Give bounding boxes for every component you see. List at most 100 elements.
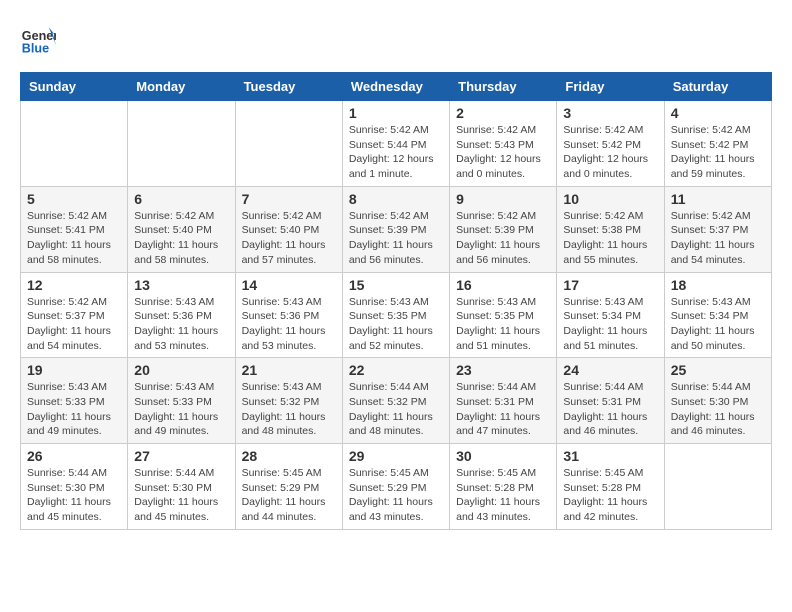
calendar-cell: 4 Sunrise: 5:42 AM Sunset: 5:42 PM Daylig… (664, 101, 771, 187)
day-info: Sunrise: 5:43 AM Sunset: 5:35 PM Dayligh… (456, 295, 550, 354)
calendar-cell: 25 Sunrise: 5:44 AM Sunset: 5:30 PM Dayli… (664, 358, 771, 444)
day-number: 5 (27, 191, 121, 207)
day-number: 6 (134, 191, 228, 207)
weekday-header-tuesday: Tuesday (235, 73, 342, 101)
day-number: 14 (242, 277, 336, 293)
weekday-header-wednesday: Wednesday (342, 73, 449, 101)
logo: General Blue (20, 20, 60, 56)
weekday-header-monday: Monday (128, 73, 235, 101)
day-info: Sunrise: 5:43 AM Sunset: 5:34 PM Dayligh… (563, 295, 657, 354)
day-number: 27 (134, 448, 228, 464)
day-number: 30 (456, 448, 550, 464)
calendar-cell (21, 101, 128, 187)
calendar-cell: 14 Sunrise: 5:43 AM Sunset: 5:36 PM Dayli… (235, 272, 342, 358)
week-row-4: 19Sunrise: 5:43 AM Sunset: 5:33 PM Dayli… (21, 358, 772, 444)
day-info: Sunrise: 5:43 AM Sunset: 5:33 PM Dayligh… (27, 380, 121, 439)
day-number: 7 (242, 191, 336, 207)
day-number: 8 (349, 191, 443, 207)
weekday-header-saturday: Saturday (664, 73, 771, 101)
day-info: Sunrise: 5:43 AM Sunset: 5:35 PM Dayligh… (349, 295, 443, 354)
week-row-2: 5 Sunrise: 5:42 AM Sunset: 5:41 PM Daylig… (21, 186, 772, 272)
calendar-cell: 27 Sunrise: 5:44 AM Sunset: 5:30 PM Dayli… (128, 444, 235, 530)
calendar-cell: 26 Sunrise: 5:44 AM Sunset: 5:30 PM Dayli… (21, 444, 128, 530)
day-info: Sunrise: 5:43 AM Sunset: 5:34 PM Dayligh… (671, 295, 765, 354)
day-info: Sunrise: 5:45 AM Sunset: 5:29 PM Dayligh… (242, 466, 336, 525)
day-number: 11 (671, 191, 765, 207)
day-info: Sunrise: 5:43 AM Sunset: 5:36 PM Dayligh… (242, 295, 336, 354)
day-number: 31 (563, 448, 657, 464)
day-number: 9 (456, 191, 550, 207)
weekday-header-friday: Friday (557, 73, 664, 101)
calendar-cell (235, 101, 342, 187)
weekday-header-thursday: Thursday (450, 73, 557, 101)
day-info: Sunrise: 5:44 AM Sunset: 5:30 PM Dayligh… (671, 380, 765, 439)
day-number: 16 (456, 277, 550, 293)
calendar-cell: 19Sunrise: 5:43 AM Sunset: 5:33 PM Dayli… (21, 358, 128, 444)
calendar-cell: 18 Sunrise: 5:43 AM Sunset: 5:34 PM Dayli… (664, 272, 771, 358)
day-number: 4 (671, 105, 765, 121)
day-info: Sunrise: 5:44 AM Sunset: 5:31 PM Dayligh… (456, 380, 550, 439)
calendar-cell: 5 Sunrise: 5:42 AM Sunset: 5:41 PM Daylig… (21, 186, 128, 272)
day-info: Sunrise: 5:44 AM Sunset: 5:31 PM Dayligh… (563, 380, 657, 439)
calendar-cell: 24 Sunrise: 5:44 AM Sunset: 5:31 PM Dayli… (557, 358, 664, 444)
day-info: Sunrise: 5:42 AM Sunset: 5:38 PM Dayligh… (563, 209, 657, 268)
calendar-cell: 10 Sunrise: 5:42 AM Sunset: 5:38 PM Dayli… (557, 186, 664, 272)
day-number: 1 (349, 105, 443, 121)
calendar-cell: 1Sunrise: 5:42 AM Sunset: 5:44 PM Daylig… (342, 101, 449, 187)
week-row-5: 26 Sunrise: 5:44 AM Sunset: 5:30 PM Dayli… (21, 444, 772, 530)
calendar-cell (128, 101, 235, 187)
calendar-cell: 6 Sunrise: 5:42 AM Sunset: 5:40 PM Daylig… (128, 186, 235, 272)
week-row-1: 1Sunrise: 5:42 AM Sunset: 5:44 PM Daylig… (21, 101, 772, 187)
calendar-cell: 30Sunrise: 5:45 AM Sunset: 5:28 PM Dayli… (450, 444, 557, 530)
day-info: Sunrise: 5:42 AM Sunset: 5:42 PM Dayligh… (671, 123, 765, 182)
calendar-cell: 21Sunrise: 5:43 AM Sunset: 5:32 PM Dayli… (235, 358, 342, 444)
day-number: 22 (349, 362, 443, 378)
calendar-cell: 2Sunrise: 5:42 AM Sunset: 5:43 PM Daylig… (450, 101, 557, 187)
day-number: 15 (349, 277, 443, 293)
day-number: 25 (671, 362, 765, 378)
day-number: 3 (563, 105, 657, 121)
calendar-cell: 12 Sunrise: 5:42 AM Sunset: 5:37 PM Dayli… (21, 272, 128, 358)
weekday-header-sunday: Sunday (21, 73, 128, 101)
calendar-cell: 20 Sunrise: 5:43 AM Sunset: 5:33 PM Dayli… (128, 358, 235, 444)
day-number: 17 (563, 277, 657, 293)
day-info: Sunrise: 5:42 AM Sunset: 5:37 PM Dayligh… (671, 209, 765, 268)
day-info: Sunrise: 5:42 AM Sunset: 5:39 PM Dayligh… (456, 209, 550, 268)
day-info: Sunrise: 5:42 AM Sunset: 5:42 PM Dayligh… (563, 123, 657, 182)
day-info: Sunrise: 5:42 AM Sunset: 5:40 PM Dayligh… (242, 209, 336, 268)
calendar-cell: 31Sunrise: 5:45 AM Sunset: 5:28 PM Dayli… (557, 444, 664, 530)
day-info: Sunrise: 5:43 AM Sunset: 5:33 PM Dayligh… (134, 380, 228, 439)
calendar-cell: 15 Sunrise: 5:43 AM Sunset: 5:35 PM Dayli… (342, 272, 449, 358)
logo-icon: General Blue (20, 20, 56, 56)
day-number: 21 (242, 362, 336, 378)
weekday-header-row: SundayMondayTuesdayWednesdayThursdayFrid… (21, 73, 772, 101)
day-number: 18 (671, 277, 765, 293)
day-info: Sunrise: 5:44 AM Sunset: 5:30 PM Dayligh… (27, 466, 121, 525)
day-info: Sunrise: 5:44 AM Sunset: 5:32 PM Dayligh… (349, 380, 443, 439)
day-number: 24 (563, 362, 657, 378)
day-info: Sunrise: 5:42 AM Sunset: 5:37 PM Dayligh… (27, 295, 121, 354)
calendar-cell: 13Sunrise: 5:43 AM Sunset: 5:36 PM Dayli… (128, 272, 235, 358)
day-info: Sunrise: 5:42 AM Sunset: 5:40 PM Dayligh… (134, 209, 228, 268)
calendar-cell: 22 Sunrise: 5:44 AM Sunset: 5:32 PM Dayli… (342, 358, 449, 444)
day-info: Sunrise: 5:42 AM Sunset: 5:41 PM Dayligh… (27, 209, 121, 268)
calendar-cell: 7 Sunrise: 5:42 AM Sunset: 5:40 PM Daylig… (235, 186, 342, 272)
calendar-cell: 3 Sunrise: 5:42 AM Sunset: 5:42 PM Daylig… (557, 101, 664, 187)
svg-text:Blue: Blue (22, 41, 49, 55)
calendar-cell: 8 Sunrise: 5:42 AM Sunset: 5:39 PM Daylig… (342, 186, 449, 272)
calendar-cell: 16 Sunrise: 5:43 AM Sunset: 5:35 PM Dayli… (450, 272, 557, 358)
day-info: Sunrise: 5:44 AM Sunset: 5:30 PM Dayligh… (134, 466, 228, 525)
calendar-cell (664, 444, 771, 530)
calendar-table: SundayMondayTuesdayWednesdayThursdayFrid… (20, 72, 772, 530)
day-number: 29 (349, 448, 443, 464)
page-header: General Blue (20, 20, 772, 56)
day-number: 10 (563, 191, 657, 207)
day-info: Sunrise: 5:42 AM Sunset: 5:39 PM Dayligh… (349, 209, 443, 268)
day-number: 12 (27, 277, 121, 293)
calendar-cell: 17 Sunrise: 5:43 AM Sunset: 5:34 PM Dayli… (557, 272, 664, 358)
day-number: 2 (456, 105, 550, 121)
day-number: 20 (134, 362, 228, 378)
calendar-cell: 11 Sunrise: 5:42 AM Sunset: 5:37 PM Dayli… (664, 186, 771, 272)
day-info: Sunrise: 5:43 AM Sunset: 5:36 PM Dayligh… (134, 295, 228, 354)
day-number: 26 (27, 448, 121, 464)
